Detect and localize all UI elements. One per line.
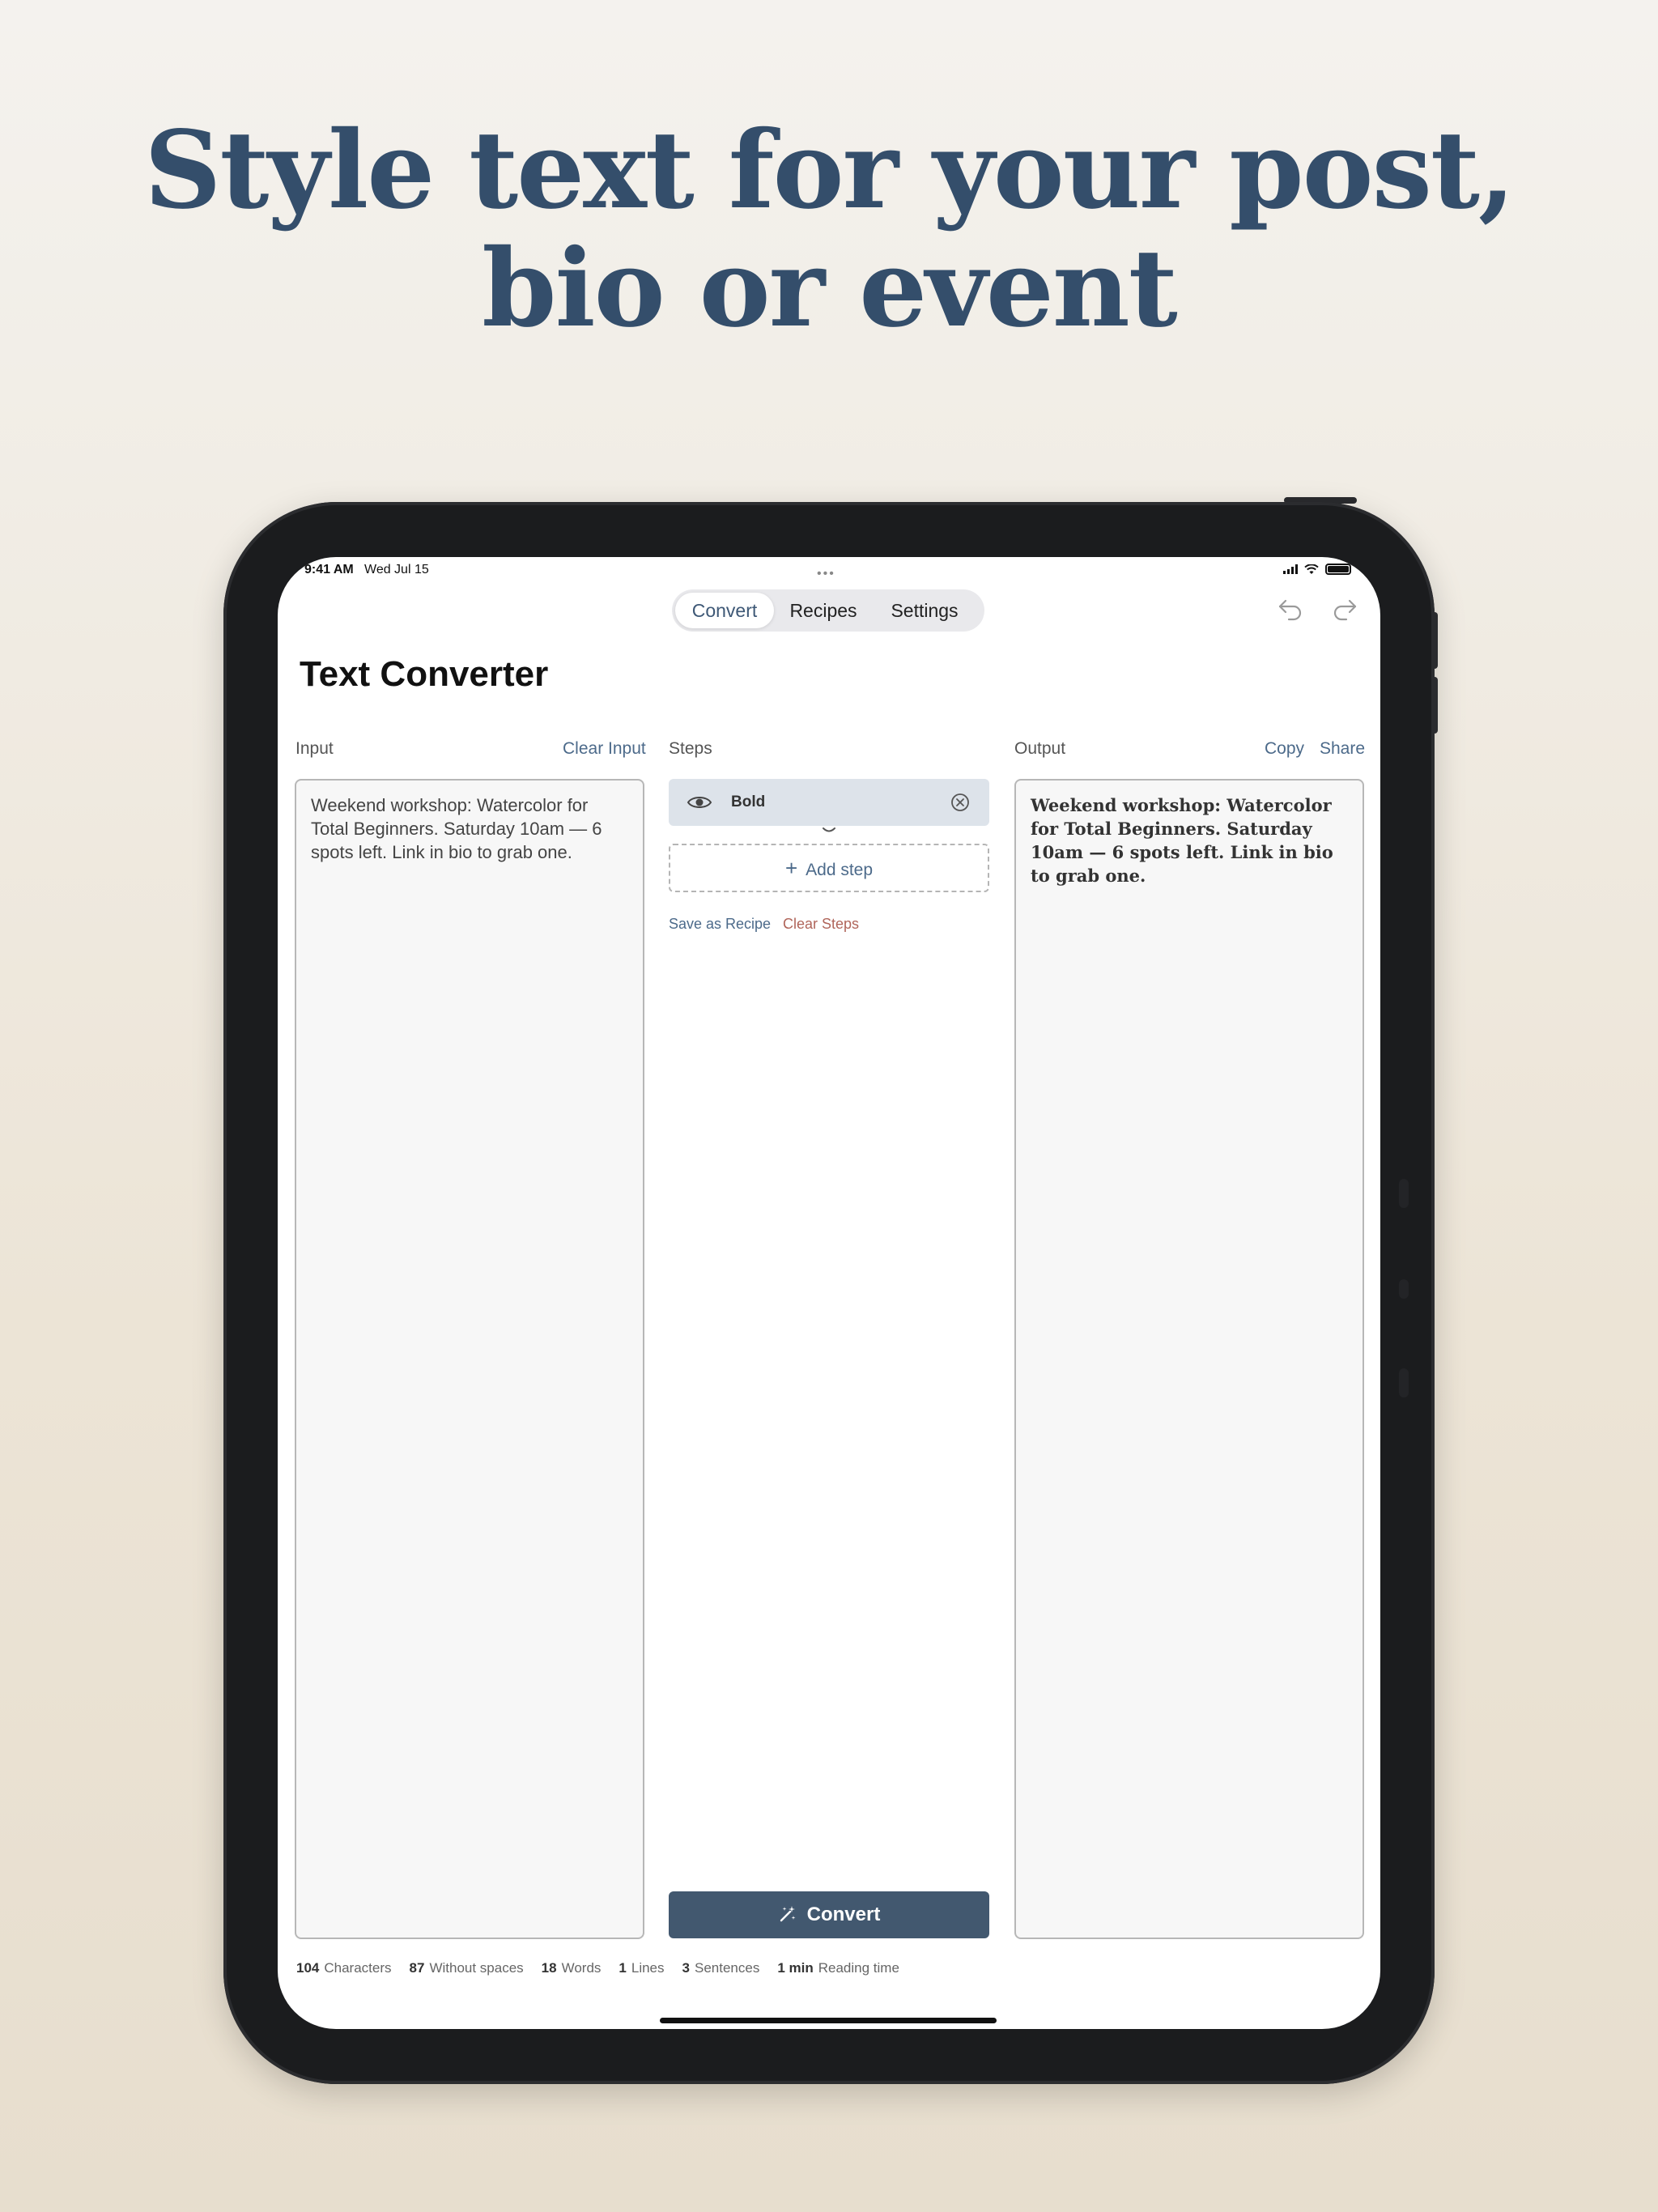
stat-reading-time: 1 min Reading time	[777, 1960, 899, 1976]
headline-line-2: bio or event	[482, 226, 1178, 351]
redo-icon[interactable]	[1332, 598, 1358, 622]
stat-without-spaces: 87 Without spaces	[409, 1960, 524, 1976]
copy-button[interactable]: Copy	[1265, 739, 1304, 759]
chevron-down-icon	[823, 827, 835, 832]
add-step-button[interactable]: + Add step	[669, 844, 989, 892]
wifi-icon	[1304, 564, 1319, 574]
output-textarea[interactable]: Weekend workshop: Watercolor for Total B…	[1014, 779, 1364, 1939]
share-button[interactable]: Share	[1320, 739, 1365, 759]
status-bar: 9:41 AM Wed Jul 15 •••	[278, 557, 1380, 586]
home-indicator	[660, 2018, 997, 2023]
app-screen: 9:41 AM Wed Jul 15 ••• Convert Recipes S…	[278, 557, 1380, 2029]
status-icons	[1283, 564, 1351, 575]
status-time: 9:41 AM	[304, 563, 354, 576]
save-as-recipe-button[interactable]: Save as Recipe	[669, 916, 771, 933]
text-stats: 104 Characters 87 Without spaces 18 Words 1…	[296, 1960, 899, 1976]
convert-button-label: Convert	[806, 1904, 881, 1925]
main-segmented-control: Convert Recipes Settings	[672, 589, 984, 632]
eye-icon[interactable]	[687, 793, 712, 811]
page-title: Text Converter	[300, 654, 549, 694]
tab-recipes[interactable]: Recipes	[774, 593, 873, 628]
convert-button[interactable]: Convert	[669, 1891, 989, 1938]
headline: Style text for your post, bio or event	[0, 112, 1658, 348]
device-sensor	[1399, 1179, 1409, 1208]
battery-icon	[1325, 564, 1351, 575]
device-volume-down	[1431, 677, 1438, 734]
add-step-label: Add step	[806, 861, 874, 879]
multitasking-dots[interactable]: •••	[817, 567, 835, 581]
device-sensor	[1399, 1279, 1409, 1299]
stat-sentences: 3 Sentences	[682, 1960, 760, 1976]
tab-convert[interactable]: Convert	[675, 593, 774, 628]
stat-words: 18 Words	[541, 1960, 602, 1976]
input-textarea[interactable]: Weekend workshop: Watercolor for Total B…	[295, 779, 644, 1939]
plus-icon: +	[784, 856, 798, 880]
stat-characters: 104 Characters	[296, 1960, 392, 1976]
steps-label: Steps	[669, 739, 712, 758]
headline-line-1: Style text for your post,	[144, 108, 1516, 233]
output-label: Output	[1014, 739, 1066, 758]
undo-icon[interactable]	[1278, 598, 1303, 622]
magic-wand-icon	[780, 1906, 796, 1922]
status-date: Wed Jul 15	[364, 563, 429, 576]
clear-steps-button[interactable]: Clear Steps	[783, 916, 859, 933]
step-item[interactable]: Bold	[669, 779, 989, 826]
tab-settings[interactable]: Settings	[873, 593, 976, 628]
remove-circle-icon[interactable]	[950, 793, 970, 812]
signal-icon	[1283, 564, 1298, 574]
device-sensor	[1399, 1368, 1409, 1397]
clear-input-button[interactable]: Clear Input	[563, 739, 646, 759]
device-volume-up	[1431, 612, 1438, 669]
step-label: Bold	[731, 793, 766, 810]
stat-lines: 1 Lines	[619, 1960, 665, 1976]
input-label: Input	[295, 739, 334, 758]
